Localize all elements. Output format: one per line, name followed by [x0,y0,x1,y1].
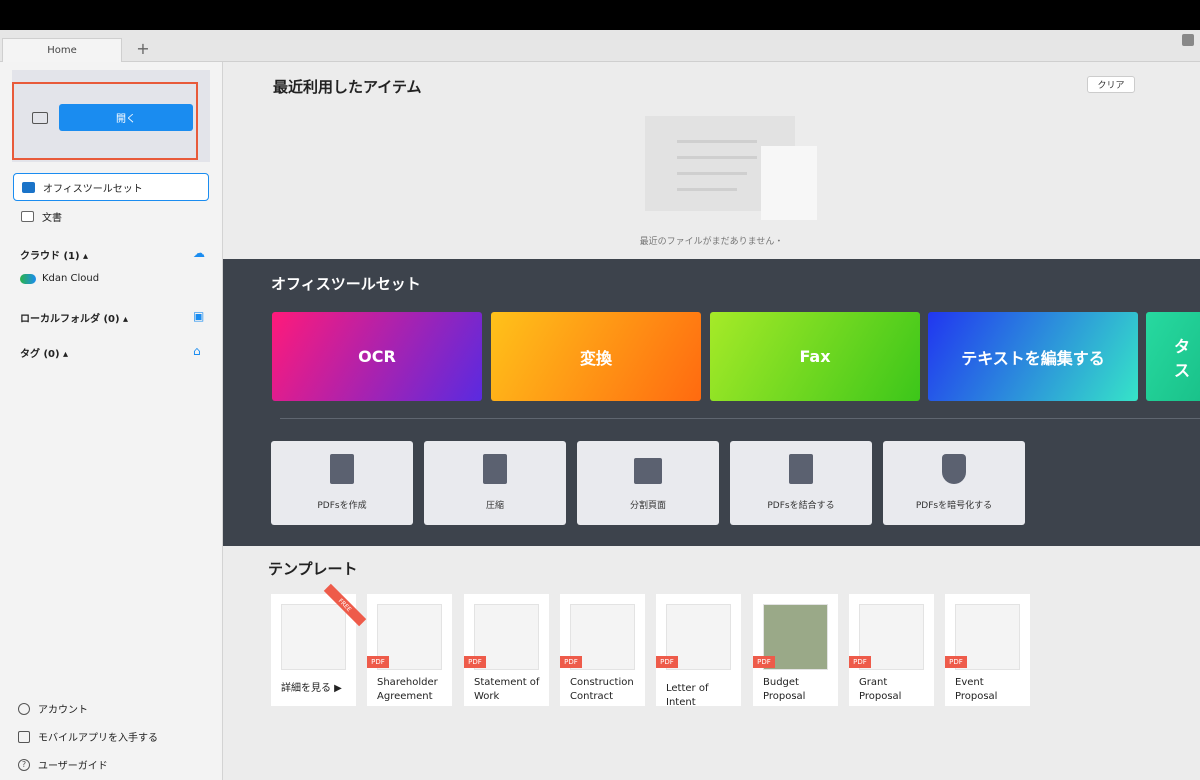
compress-button[interactable]: 圧縮 [424,441,566,525]
sidebar-item-kdan-cloud[interactable]: Kdan Cloud [20,273,99,284]
toolset-title: オフィスツールセット [271,275,421,293]
template-card-grant-proposal[interactable]: PDF Grant Proposal [849,594,934,706]
sidebar-item-label: オフィスツールセット [43,183,143,195]
template-card-construction-contract[interactable]: PDF Construction Contract [560,594,645,706]
toolbox-icon [22,181,35,193]
corner-menu-icon[interactable] [1182,34,1194,46]
action-label: PDFsを結合する [767,501,835,511]
window-top-bar [0,0,1200,30]
toolset-divider [280,418,1200,419]
clear-button[interactable]: クリア [1087,76,1135,93]
account-link[interactable]: アカウント [18,701,88,716]
local-folder-heading[interactable]: ローカルフォルダ (0) ▴ [20,310,128,325]
user-guide-link[interactable]: ? ユーザーガイド [18,757,108,772]
template-name: Budget Proposal [763,677,806,702]
tab-bar: Home + [0,30,1200,62]
help-icon: ? [18,758,30,771]
account-label: アカウント [38,705,88,716]
feature-card-label: OCR [358,347,396,366]
feature-card-convert[interactable]: 変換 [491,312,701,401]
sidebar-item-office-toolset[interactable]: オフィスツールセット [13,173,209,201]
user-guide-label: ユーザーガイド [38,761,108,772]
add-folder-icon[interactable]: ▣ [193,310,207,322]
template-name: Statement of Work [474,677,540,702]
empty-recent-message: 最近のファイルがまだありません・ [639,237,784,247]
pdf-badge: PDF [560,656,582,668]
action-label: PDFsを作成 [317,501,367,511]
office-toolset-section: オフィスツールセット OCR 変換 Fax テキストを編集する タス PDFsを… [223,259,1200,546]
tab-home[interactable]: Home [2,38,122,62]
pdf-badge: PDF [753,656,775,668]
compress-icon [483,454,507,484]
split-pages-icon [634,458,662,484]
kdan-cloud-icon [20,273,36,284]
template-name: Event Proposal [955,677,998,702]
template-card-letter-of-intent[interactable]: PDF Letter of Intent [656,594,741,708]
feature-card-label: 変換 [579,348,612,368]
action-label: 分割頁面 [629,501,666,511]
split-pages-button[interactable]: 分割頁面 [577,441,719,525]
template-card-budget-proposal[interactable]: PDF Budget Proposal [753,594,838,706]
template-thumbnail [281,604,346,670]
mobile-app-link[interactable]: モバイルアプリを入手する [18,729,158,744]
document-illustration [761,146,817,220]
template-name: Shareholder Agreement [377,677,438,702]
mobile-app-label: モバイルアプリを入手する [38,733,158,744]
feature-card-ocr[interactable]: OCR [272,312,482,401]
template-name: Construction Contract [570,677,634,702]
feature-card-label: タス [1174,336,1191,380]
recent-items-title: 最近利用したアイテム [273,78,422,96]
encrypt-pdf-button[interactable]: PDFsを暗号化する [883,441,1025,525]
template-name: Letter of Intent [666,683,709,708]
open-button[interactable]: 開く [59,104,193,131]
main-content: 最近利用したアイテム クリア 最近のファイルがまだありません・ オフィスツールセ… [223,62,1200,780]
sidebar-item-label: 文書 [42,212,62,224]
feature-card-task[interactable]: タス [1146,312,1200,401]
cloud-item-label: Kdan Cloud [42,273,100,284]
shield-icon [942,454,966,484]
add-tab-button[interactable]: + [134,40,152,58]
pdf-badge: PDF [656,656,678,668]
template-name: 詳細を見る ▶ [281,683,342,694]
merge-pdf-icon [789,454,813,484]
action-label: 圧縮 [485,501,504,511]
feature-card-edit-text[interactable]: テキストを編集する [928,312,1138,401]
template-card-statement-of-work[interactable]: PDF Statement of Work [464,594,549,706]
feature-card-fax[interactable]: Fax [710,312,920,401]
mobile-app-icon [18,730,30,743]
pdf-badge: PDF [367,656,389,668]
pdf-badge: PDF [945,656,967,668]
feature-card-label: Fax [799,347,831,366]
cloud-add-icon[interactable]: ☁ [193,247,207,259]
templates-title: テンプレート [268,560,358,578]
account-icon [18,702,30,715]
pdf-badge: PDF [464,656,486,668]
merge-pdf-button[interactable]: PDFsを結合する [730,441,872,525]
empty-recent-illustration [645,116,820,220]
feature-card-label: テキストを編集する [961,348,1105,368]
tag-heading[interactable]: タグ (0) ▴ [20,345,68,360]
cloud-heading[interactable]: クラウド (1) ▴ [20,247,88,262]
sidebar-item-documents[interactable]: 文書 [13,202,209,230]
template-name: Grant Proposal [859,677,902,702]
sidebar: 開く オフィスツールセット 文書 クラウド (1) ▴ ☁ Kdan Cloud… [0,62,223,780]
template-card-more[interactable]: FREE 詳細を見る ▶ [271,583,367,706]
folder-icon [32,112,48,124]
create-pdf-button[interactable]: PDFsを作成 [271,441,413,525]
create-pdf-icon [330,454,354,484]
pdf-badge: PDF [849,656,871,668]
document-icon [21,210,34,222]
template-card-event-proposal[interactable]: PDF Event Proposal [945,594,1030,706]
add-tag-icon[interactable]: ⌂ [193,345,207,357]
template-card-shareholder-agreement[interactable]: PDF Shareholder Agreement [367,594,452,706]
action-label: PDFsを暗号化する [915,501,993,511]
